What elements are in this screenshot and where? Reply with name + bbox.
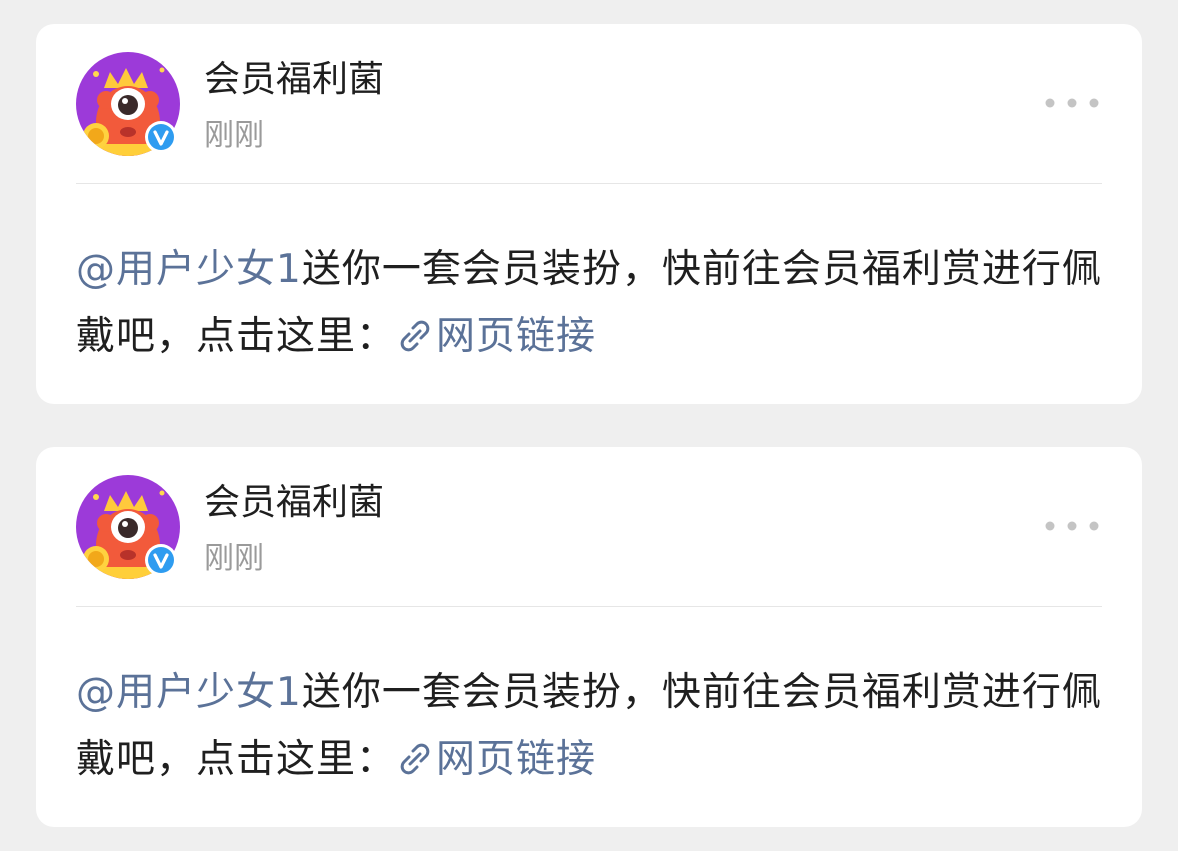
author-name[interactable]: 会员福利菌 bbox=[204, 58, 384, 102]
link-chain-icon bbox=[400, 320, 430, 352]
user-mention-link[interactable]: @用户少女1 bbox=[76, 670, 302, 715]
user-mention-link[interactable]: @用户少女1 bbox=[76, 247, 302, 292]
divider bbox=[76, 606, 1102, 607]
web-link[interactable]: 网页链接 bbox=[396, 737, 596, 782]
web-link[interactable]: 网页链接 bbox=[396, 314, 596, 359]
more-options-button[interactable] bbox=[1042, 88, 1102, 118]
divider bbox=[76, 183, 1102, 184]
more-options-button[interactable] bbox=[1042, 511, 1102, 541]
web-link-label[interactable]: 网页链接 bbox=[436, 737, 596, 782]
author-name[interactable]: 会员福利菌 bbox=[204, 481, 384, 525]
three-dots-icon bbox=[1045, 521, 1099, 531]
verified-badge-icon bbox=[145, 544, 177, 576]
web-link-label[interactable]: 网页链接 bbox=[436, 314, 596, 359]
post-card: 会员福利菌 刚刚 @用户少女1送你一套会员装扮，快前往会员福利赏进行佩戴吧，点击… bbox=[36, 24, 1142, 404]
post-card: 会员福利菌 刚刚 @用户少女1送你一套会员装扮，快前往会员福利赏进行佩戴吧，点击… bbox=[36, 447, 1142, 827]
avatar[interactable] bbox=[76, 52, 180, 156]
post-time: 刚刚 bbox=[204, 541, 264, 576]
link-chain-icon bbox=[400, 743, 430, 775]
message-text: @用户少女1送你一套会员装扮，快前往会员福利赏进行佩戴吧，点击这里： 网页链接 bbox=[76, 659, 1106, 793]
message-text: @用户少女1送你一套会员装扮，快前往会员福利赏进行佩戴吧，点击这里： 网页链接 bbox=[76, 236, 1106, 370]
avatar[interactable] bbox=[76, 475, 180, 579]
three-dots-icon bbox=[1045, 98, 1099, 108]
verified-badge-icon bbox=[145, 121, 177, 153]
post-time: 刚刚 bbox=[204, 118, 264, 153]
